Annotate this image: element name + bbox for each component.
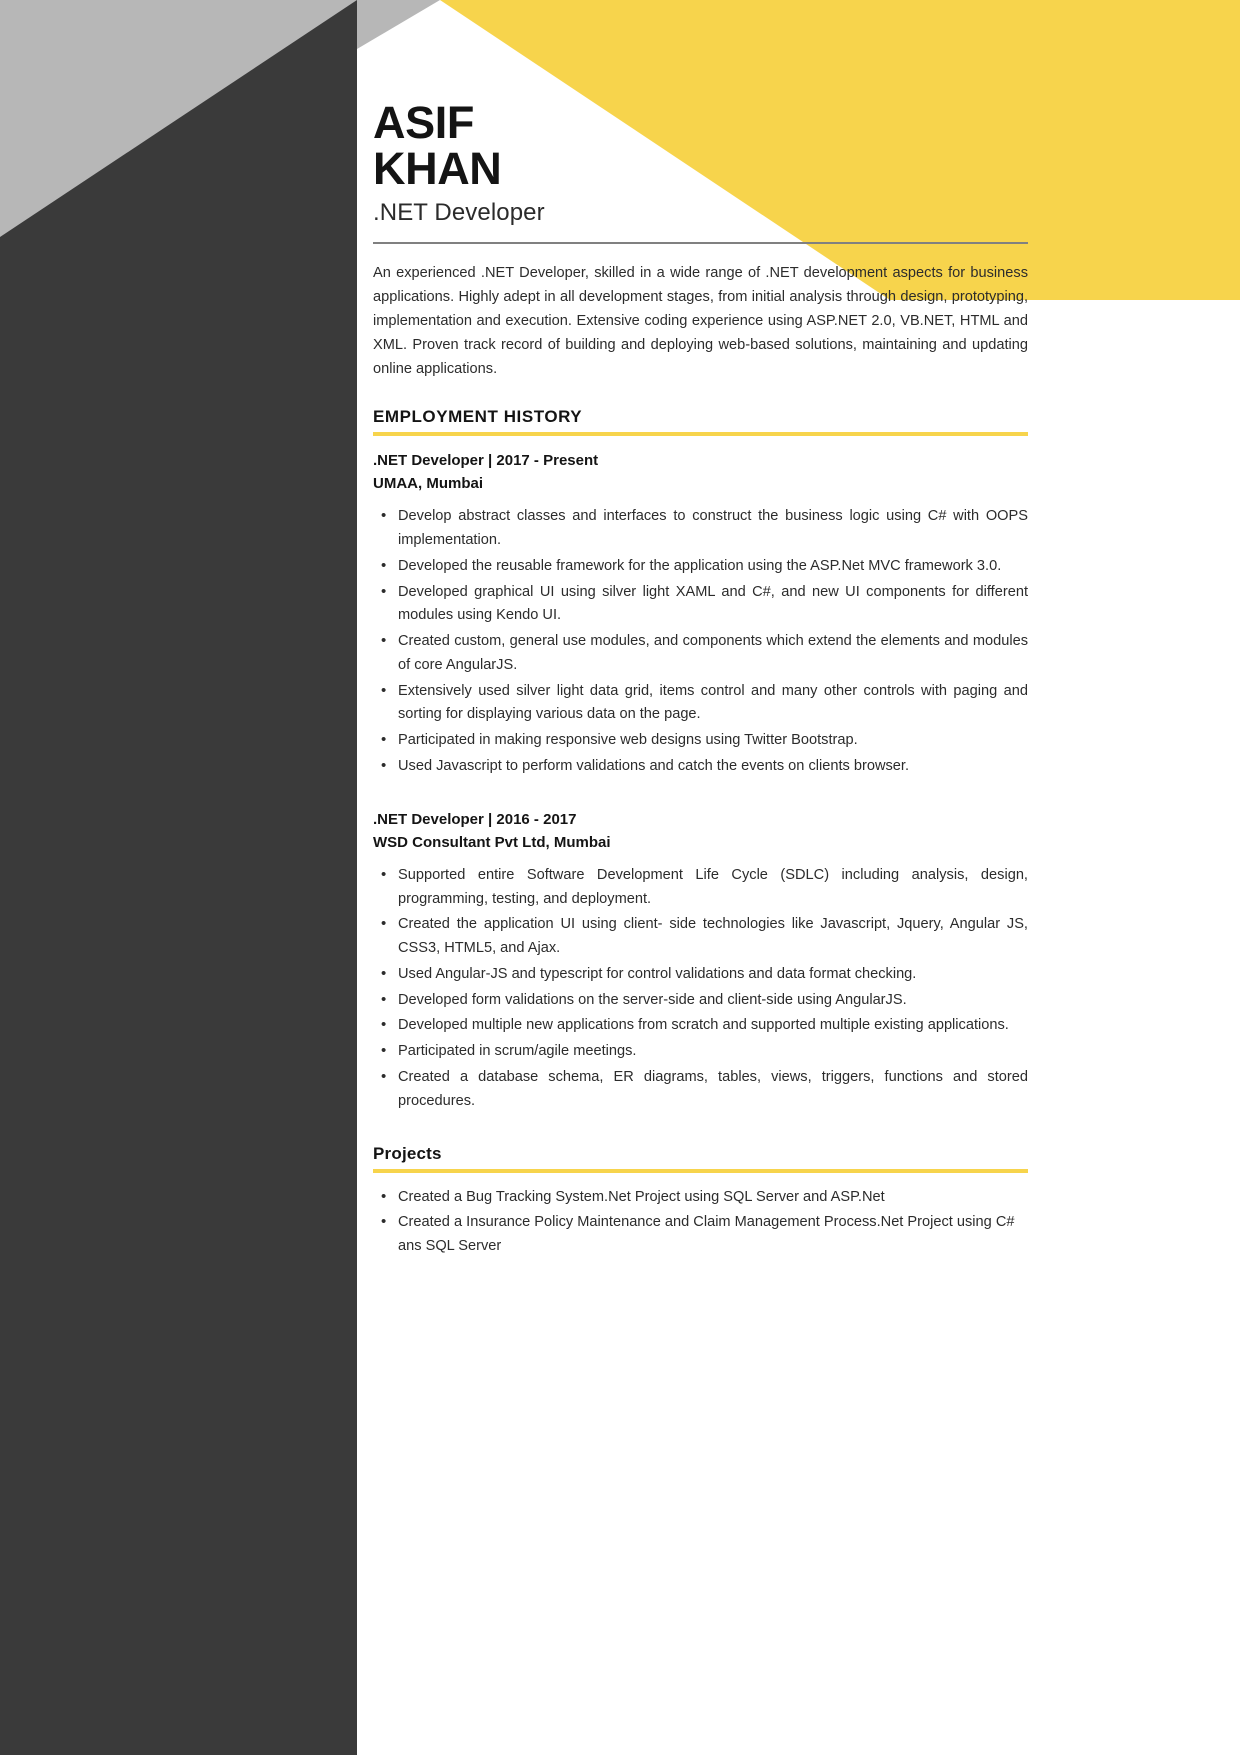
- job-bullet: Developed multiple new applications from…: [373, 1013, 1028, 1038]
- projects-heading: Projects: [373, 1143, 442, 1163]
- job-bullet: Developed form validations on the server…: [373, 988, 1028, 1013]
- job-bullet: Participated in scrum/agile meetings.: [373, 1039, 1028, 1064]
- employment-underline: [373, 432, 1028, 437]
- first-name: ASIF: [373, 97, 474, 148]
- job-bullet: Created the application UI using client-…: [373, 912, 1028, 961]
- project-item: Created a Bug Tracking System.Net Projec…: [373, 1185, 1028, 1210]
- job-bullet: Develop abstract classes and interfaces …: [373, 504, 1028, 553]
- job-bullet-list: Develop abstract classes and interfaces …: [373, 504, 1028, 779]
- employment-history-heading: EMPLOYMENT HISTORY: [373, 407, 583, 427]
- job-role-subtitle: .NET Developer: [373, 198, 545, 226]
- resume-page: PERSONAL INFO Phone 8884509962 Email asi…: [0, 0, 1240, 1755]
- projects-underline: [373, 1168, 1028, 1173]
- job-bullet: Participated in making responsive web de…: [373, 728, 1028, 753]
- job-bullet: Extensively used silver light data grid,…: [373, 679, 1028, 728]
- last-name: KHAN: [373, 142, 502, 194]
- projects-list: Created a Bug Tracking System.Net Projec…: [373, 1185, 1028, 1259]
- main-content: ASIF KHAN .NET Developer An experienced …: [373, 100, 1028, 1261]
- job-bullet: Supported entire Software Development Li…: [373, 863, 1028, 912]
- employment-jobs: .NET Developer | 2017 - Present UMAA, Mum…: [373, 452, 1028, 1113]
- job-bullet: Developed the reusable framework for the…: [373, 554, 1028, 579]
- job-bullet: Created custom, general use modules, and…: [373, 629, 1028, 678]
- header-divider: [373, 241, 1028, 244]
- project-item: Created a Insurance Policy Maintenance a…: [373, 1210, 1028, 1259]
- sidebar: [0, 0, 357, 1755]
- job-organization: UMAA, Mumbai: [373, 475, 483, 493]
- job-organization: WSD Consultant Pvt Ltd, Mumbai: [373, 833, 611, 851]
- job-bullet: Created a database schema, ER diagrams, …: [373, 1065, 1028, 1114]
- job-title: .NET Developer | 2017 - Present: [373, 452, 599, 470]
- job-bullet-list: Supported entire Software Development Li…: [373, 863, 1028, 1114]
- profile-summary: An experienced .NET Developer, skilled i…: [373, 264, 1028, 378]
- job-title: .NET Developer | 2016 - 2017: [373, 810, 577, 828]
- job-bullet: Used Javascript to perform validations a…: [373, 754, 1028, 779]
- job-bullet: Used Angular-JS and typescript for contr…: [373, 962, 1028, 987]
- job-bullet: Developed graphical UI using silver ligh…: [373, 580, 1028, 629]
